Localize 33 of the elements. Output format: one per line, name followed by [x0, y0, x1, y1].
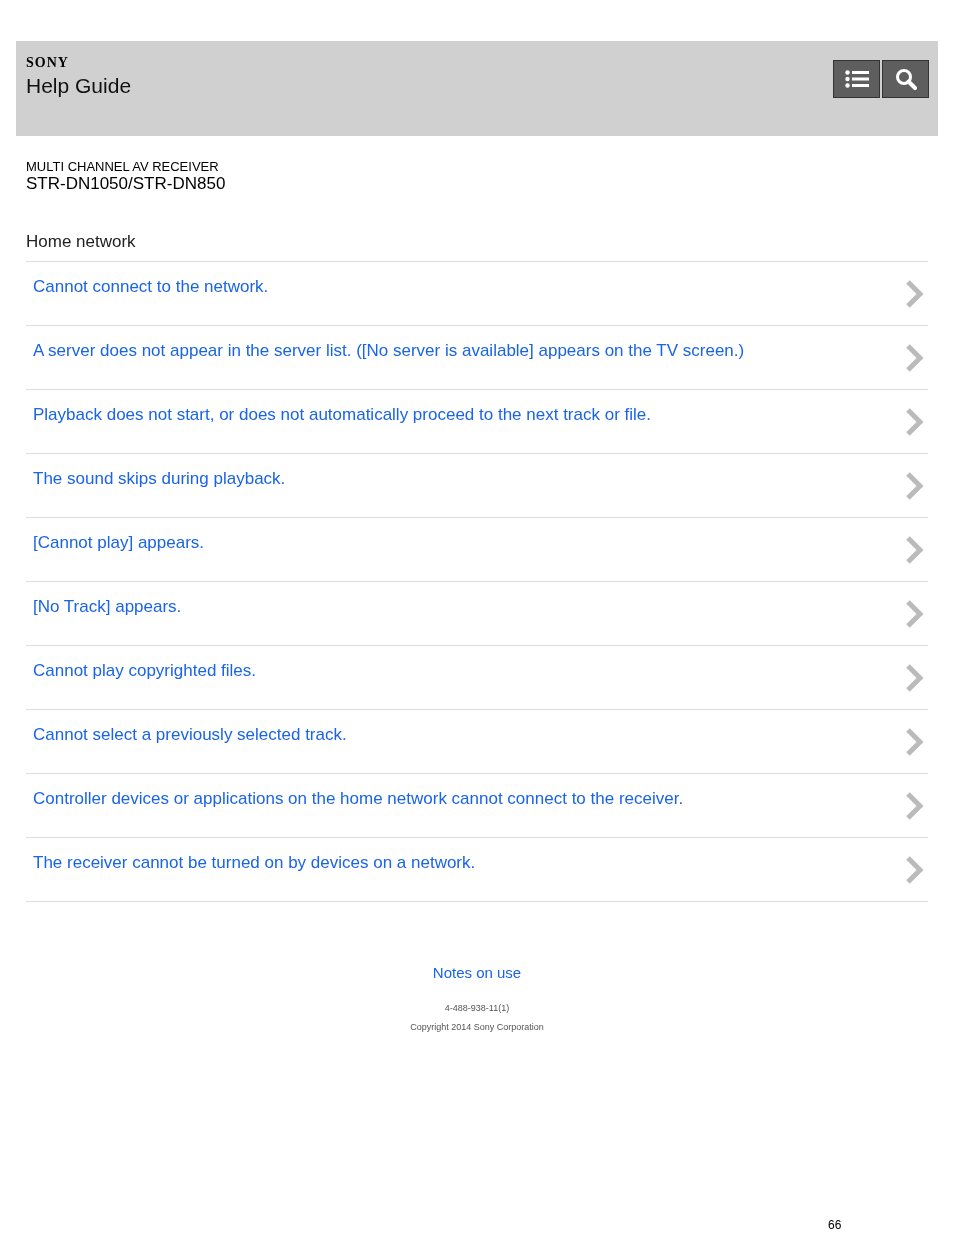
section-title: Home network — [26, 232, 928, 262]
topic-link[interactable]: [Cannot play] appears. — [26, 518, 928, 582]
chevron-right-icon — [904, 279, 924, 309]
page-number: 66 — [828, 1218, 842, 1232]
topic-link[interactable]: Playback does not start, or does not automatically proceed to the next track or file. — [26, 390, 928, 454]
chevron-right-icon — [904, 535, 924, 565]
chevron-right-icon — [904, 727, 924, 757]
topic-link[interactable]: Controller devices or applications on the home network cannot connect to the receiver. — [26, 774, 928, 838]
menu-button[interactable] — [833, 60, 880, 98]
chevron-right-icon — [904, 343, 924, 373]
topic-link[interactable]: The receiver cannot be turned on by devices on a network. — [26, 838, 928, 902]
topic-link[interactable]: Cannot play copyrighted files. — [26, 646, 928, 710]
topic-link[interactable]: Cannot connect to the network. — [26, 262, 928, 326]
chevron-right-icon — [904, 471, 924, 501]
product-category: MULTI CHANNEL AV RECEIVER — [26, 159, 220, 174]
topic-link[interactable]: A server does not appear in the server list. ([No server is available] appears on the TV screen.) — [26, 326, 928, 390]
brand-logo: SONY — [26, 55, 70, 71]
chevron-right-icon — [904, 599, 924, 629]
topic-link[interactable]: [No Track] appears. — [26, 582, 928, 646]
menu-icon — [844, 70, 869, 88]
chevron-right-icon — [904, 855, 924, 885]
notes-link[interactable]: Notes on use — [432, 964, 522, 981]
topic-link[interactable]: Cannot select a previously selected track. — [26, 710, 928, 774]
document-code: 4-488-938-11(1) — [443, 1003, 511, 1013]
copyright-text: Copyright 2014 Sony Corporation — [409, 1022, 545, 1032]
chevron-right-icon — [904, 663, 924, 693]
chevron-right-icon — [904, 791, 924, 821]
search-icon — [894, 68, 917, 90]
product-model: STR-DN1050/STR-DN850 — [26, 174, 227, 194]
search-button[interactable] — [882, 60, 929, 98]
page-title: Help Guide — [26, 74, 132, 97]
chevron-right-icon — [904, 407, 924, 437]
topic-link[interactable]: The sound skips during playback. — [26, 454, 928, 518]
